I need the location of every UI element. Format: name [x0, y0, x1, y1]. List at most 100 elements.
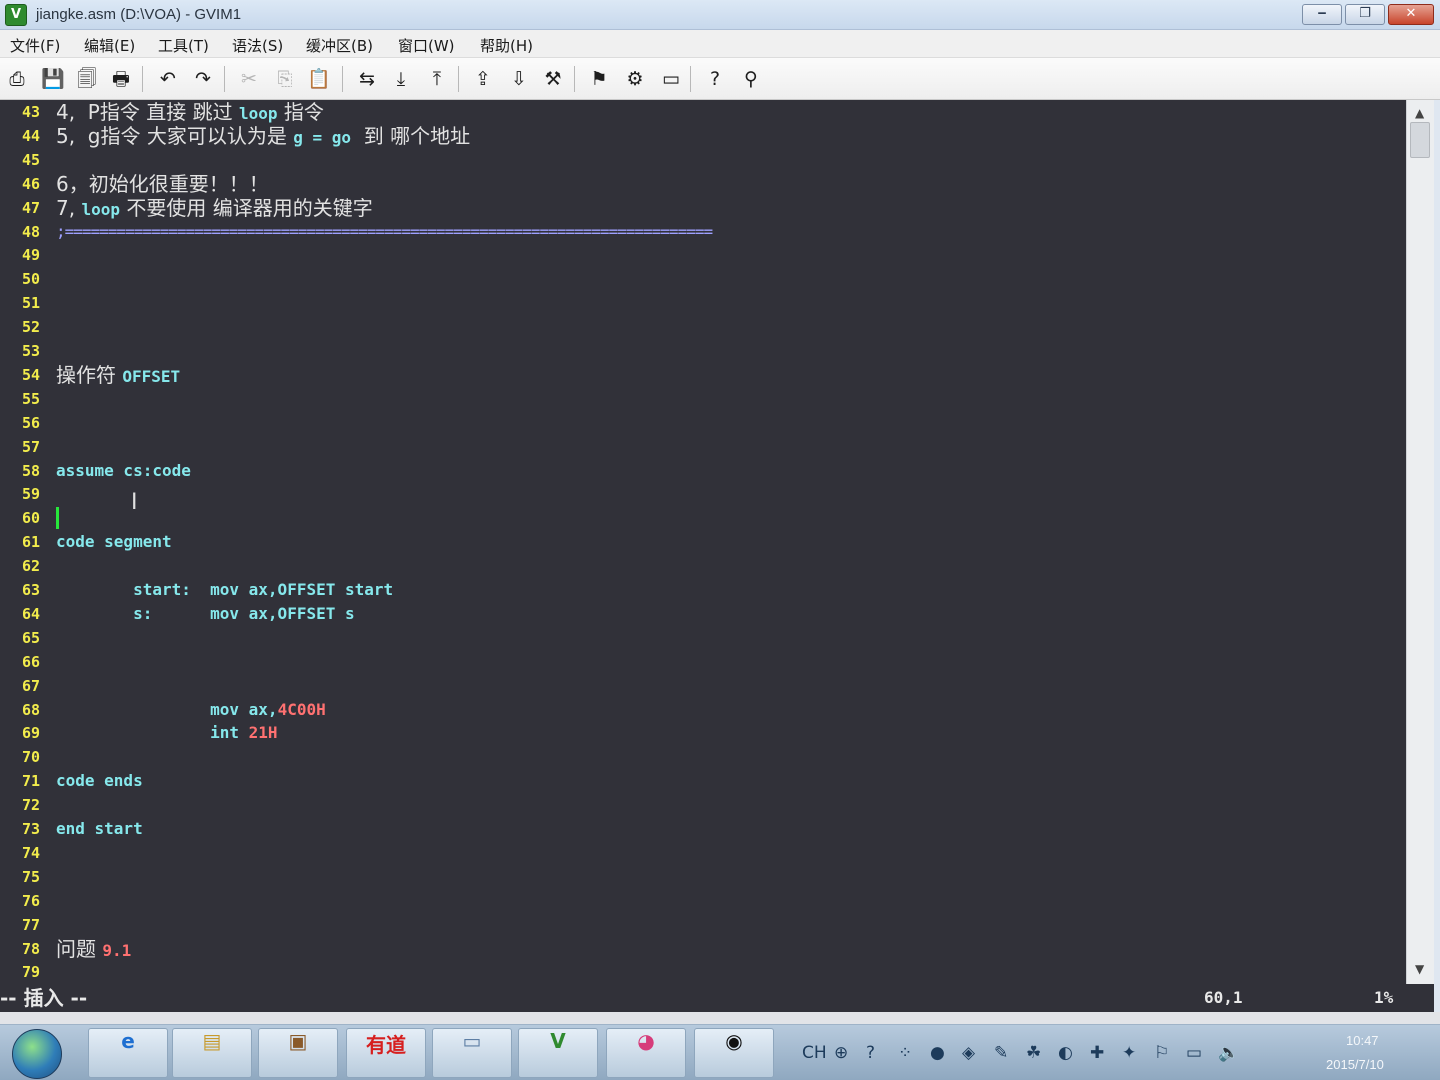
cursor-position: 60,1 [1204, 988, 1243, 1007]
minimize-button[interactable]: ‒ [1302, 4, 1342, 25]
tray-icon[interactable]: ⊕ [834, 1043, 848, 1063]
tray-icon[interactable]: ⁘ [898, 1043, 912, 1063]
line-text: assume cs:code [56, 459, 191, 483]
line-number: 75 [22, 867, 41, 886]
editor-area[interactable]: 43 4, P指令 直接 跳过 loop 指令 44 5, g指令 大家可以认为是 g… [0, 100, 1406, 984]
tag-jump-icon[interactable]: ▭ [658, 66, 684, 92]
close-button[interactable]: ✕ [1388, 4, 1434, 25]
tray-icon[interactable]: ☘ [1026, 1043, 1041, 1063]
line-number: 62 [22, 557, 41, 576]
clock-date[interactable]: 2015/7/10 [1326, 1057, 1384, 1072]
menu-help[interactable]: 帮助(H) [480, 35, 533, 56]
find-next-icon[interactable]: ⤓ [388, 66, 414, 92]
save-session-icon[interactable]: ⇩ [506, 66, 532, 92]
replace-icon[interactable]: ⇆ [354, 66, 380, 92]
menu-tools[interactable]: 工具(T) [158, 35, 209, 56]
scroll-up-arrow-icon[interactable]: ▲ [1415, 106, 1424, 120]
line-number: 57 [22, 437, 41, 456]
comment-text: g指令 大家可以认为是 [87, 123, 294, 148]
obs-icon[interactable]: ◉ [694, 1028, 774, 1078]
line-text: 操作符 OFFSET [56, 363, 180, 389]
tray-icon[interactable]: ✦ [1122, 1043, 1136, 1063]
tray-icon[interactable]: ◈ [962, 1043, 975, 1063]
tray-icon[interactable]: ⚐ [1154, 1043, 1169, 1063]
print-icon[interactable]: 🖶 [108, 66, 134, 92]
line-number: 72 [22, 796, 41, 815]
scroll-thumb[interactable] [1410, 122, 1430, 158]
menu-edit[interactable]: 编辑(E) [84, 35, 135, 56]
comment-text: 到 哪个地址 [351, 123, 471, 148]
find-prev-icon[interactable]: ⤒ [424, 66, 450, 92]
save-all-icon[interactable]: 🗐 [74, 66, 100, 92]
vim-icon[interactable]: V [5, 4, 27, 26]
undo-icon[interactable]: ↶ [155, 66, 181, 92]
run-script-icon[interactable]: ⚒ [540, 66, 566, 92]
line-text: 5, g指令 大家可以认为是 g = go 到 哪个地址 [56, 124, 470, 150]
number-token: 4C00H [277, 699, 326, 719]
line-text: ;=======================================… [56, 220, 713, 244]
redo-icon[interactable]: ↷ [190, 66, 216, 92]
clock-time[interactable]: 10:47 [1346, 1033, 1379, 1048]
line-text: 7, loop 不要使用 编译器用的关键字 [56, 196, 373, 222]
tray-icon[interactable]: ● [930, 1043, 945, 1063]
line-number: 45 [22, 150, 41, 169]
shell-icon[interactable]: ⚙ [622, 66, 648, 92]
number-token: 21H [248, 723, 278, 743]
cut-icon[interactable]: ✂ [236, 66, 262, 92]
menu-file[interactable]: 文件(F) [10, 35, 60, 56]
start-button[interactable] [12, 1029, 62, 1079]
line-text: 4, P指令 直接 跳过 loop 指令 [56, 100, 324, 126]
explorer-icon[interactable]: ▤ [172, 1028, 252, 1078]
tray-icon[interactable]: 🔈 [1218, 1043, 1239, 1063]
comment-text: 操作符 [56, 362, 123, 387]
line-number: 63 [22, 581, 41, 599]
line-number: 70 [22, 748, 41, 767]
save-icon[interactable]: 💾 [40, 66, 66, 92]
menu-buffers[interactable]: 缓冲区(B) [306, 35, 373, 56]
line-number: 59 [22, 485, 41, 504]
line-number: 65 [22, 628, 41, 647]
tray-icon[interactable]: ▭ [1186, 1043, 1202, 1063]
line-number: 43 [22, 103, 41, 121]
make-icon[interactable]: ⚑ [586, 66, 612, 92]
vertical-scrollbar[interactable]: ▲ ▼ [1406, 100, 1434, 984]
comment-text: P指令 直接 跳过 [87, 100, 239, 124]
line-number: 49 [22, 246, 41, 265]
window-bottom-border [0, 1012, 1440, 1024]
app-icon-window[interactable]: ▭ [432, 1028, 512, 1078]
line-number: 60 [22, 509, 41, 528]
status-line: -- 插入 -- 60,1 1% [0, 984, 1434, 1012]
tray-icon[interactable]: ◐ [1058, 1043, 1073, 1063]
open-icon[interactable]: ⎙ [4, 66, 30, 92]
line-text: mov ax,4C00H [56, 698, 326, 722]
find-help-icon[interactable]: ⚲ [738, 66, 764, 92]
comment-text: 7, [56, 195, 82, 220]
tray-icon[interactable]: ? [866, 1043, 875, 1063]
menu-syntax[interactable]: 语法(S) [232, 35, 283, 56]
copy-icon[interactable]: ⎘ [272, 66, 298, 92]
youdao-icon[interactable]: 有道 [346, 1028, 426, 1078]
help-icon[interactable]: ? [702, 66, 728, 92]
code-token: loop [238, 104, 278, 123]
line-text: end start [56, 817, 143, 841]
ie-icon[interactable]: e [88, 1028, 168, 1078]
paste-icon[interactable]: 📋 [306, 66, 332, 92]
code-token: code ends [56, 771, 143, 791]
toolbar-separator [574, 66, 575, 92]
gvim-taskbar-icon[interactable]: V [518, 1028, 598, 1078]
line-number: 44 [22, 126, 41, 145]
line-number: 51 [22, 294, 41, 313]
tray-icon[interactable]: CH [802, 1043, 827, 1063]
code-token: int [56, 723, 249, 743]
app-icon-brown[interactable]: ▣ [258, 1028, 338, 1078]
color-wheel-icon[interactable]: ◕ [606, 1028, 686, 1078]
tray-icon[interactable]: ✚ [1090, 1043, 1104, 1063]
menu-window[interactable]: 窗口(W) [398, 35, 455, 56]
line-number: 56 [22, 413, 41, 432]
maximize-button[interactable]: ❐ [1345, 4, 1385, 25]
tray-icon[interactable]: ✎ [994, 1043, 1008, 1063]
load-session-icon[interactable]: ⇪ [470, 66, 496, 92]
scroll-down-arrow-icon[interactable]: ▼ [1415, 962, 1424, 976]
comment-text: 不要使用 编译器用的关键字 [119, 195, 373, 220]
line-text: code ends [56, 769, 143, 793]
